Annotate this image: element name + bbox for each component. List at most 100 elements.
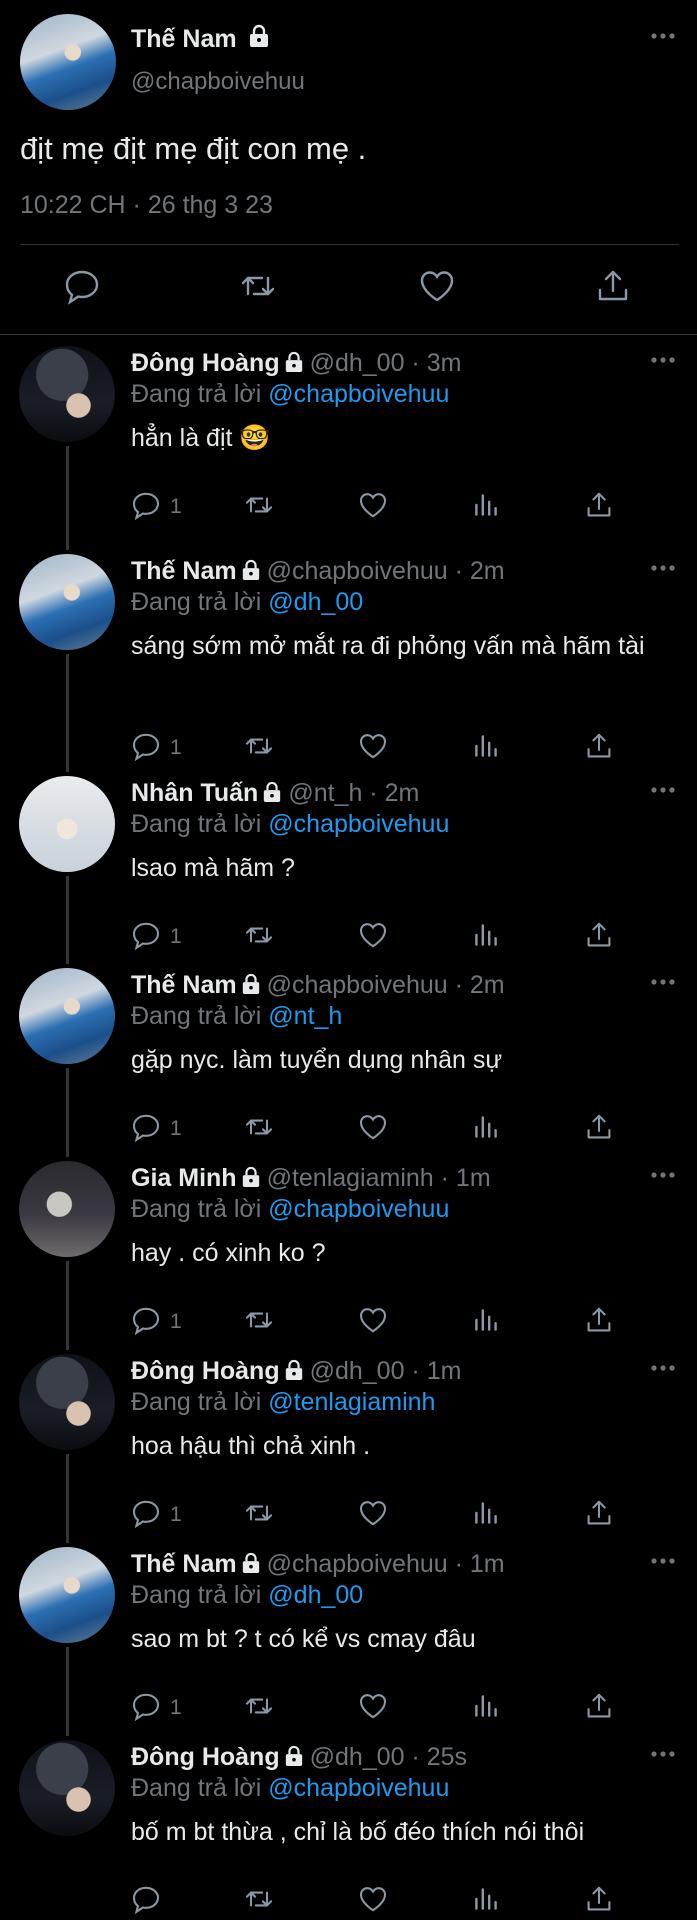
retweet-icon[interactable] — [243, 1304, 275, 1336]
reply-tweet[interactable]: Thế Nam @chapboivehuu · 2m Đang trả lời @d… — [0, 554, 697, 776]
heart-icon[interactable] — [357, 730, 389, 762]
share-icon[interactable] — [583, 730, 615, 762]
mention-link[interactable]: @chapboivehuu — [268, 1195, 449, 1223]
bar-chart-icon[interactable] — [470, 1883, 502, 1915]
speech-bubble-icon[interactable] — [62, 266, 102, 306]
tweet-timestamp[interactable]: 10:22 CH · 26 thg 3 23 — [20, 191, 273, 220]
heart-icon[interactable] — [357, 489, 389, 521]
heart-icon[interactable] — [357, 1883, 389, 1915]
share-icon[interactable] — [593, 266, 633, 306]
author-name[interactable]: Đông Hoàng — [131, 1743, 280, 1771]
retweet-icon[interactable] — [243, 1111, 275, 1143]
mention-link[interactable]: @nt_h — [268, 1002, 342, 1030]
author-name[interactable]: Thế Nam — [131, 24, 270, 54]
share-icon[interactable] — [583, 1690, 615, 1722]
heart-icon[interactable] — [357, 1690, 389, 1722]
reply-tweet[interactable]: Đông Hoàng @dh_00 · 3m Đang trả lời @chapb… — [0, 346, 697, 554]
speech-bubble-icon[interactable]: 1 — [130, 1690, 182, 1722]
bar-chart-icon[interactable] — [470, 489, 502, 521]
heart-icon[interactable] — [357, 1304, 389, 1336]
author-handle[interactable]: @tenlagiaminh · 1m — [267, 1164, 491, 1192]
reply-tweet[interactable]: Thế Nam @chapboivehuu · 1m Đang trả lời @d… — [0, 1547, 697, 1740]
reply-tweet[interactable]: Nhân Tuấn @nt_h · 2m Đang trả lời @chapboi… — [0, 776, 697, 968]
mention-link[interactable]: @tenlagiaminh — [268, 1388, 435, 1416]
avatar[interactable] — [19, 968, 115, 1064]
speech-bubble-icon[interactable]: 1 — [130, 1304, 182, 1336]
author-name[interactable]: Đông Hoàng — [131, 1357, 280, 1385]
heart-icon[interactable] — [357, 1111, 389, 1143]
author-handle[interactable]: @chapboivehuu · 2m — [267, 971, 505, 999]
avatar[interactable] — [19, 346, 115, 442]
bar-chart-icon[interactable] — [470, 1690, 502, 1722]
author-name[interactable]: Đông Hoàng — [131, 349, 280, 377]
more-dots-icon[interactable] — [651, 786, 675, 794]
author-handle[interactable]: @nt_h · 2m — [288, 779, 419, 807]
share-icon[interactable] — [583, 1883, 615, 1915]
mention-link[interactable]: @chapboivehuu — [268, 810, 449, 838]
heart-icon[interactable] — [357, 919, 389, 951]
share-icon[interactable] — [583, 1304, 615, 1336]
share-icon[interactable] — [583, 919, 615, 951]
author-name[interactable]: Thế Nam — [131, 1550, 237, 1578]
author-name[interactable]: Thế Nam — [131, 557, 237, 585]
bar-chart-icon[interactable] — [470, 1497, 502, 1529]
avatar[interactable] — [19, 554, 115, 650]
mention-link[interactable]: @dh_00 — [268, 1581, 363, 1609]
avatar[interactable] — [19, 1740, 115, 1836]
bar-chart-icon[interactable] — [470, 730, 502, 762]
retweet-icon[interactable] — [243, 919, 275, 951]
retweet-icon[interactable] — [243, 489, 275, 521]
reply-tweet[interactable]: Gia Minh @tenlagiaminh · 1m Đang trả lời @… — [0, 1161, 697, 1354]
mention-link[interactable]: @chapboivehuu — [268, 380, 449, 408]
more-dots-icon[interactable] — [651, 32, 675, 40]
avatar[interactable] — [19, 1354, 115, 1450]
more-dots-icon[interactable] — [651, 356, 675, 364]
speech-bubble-icon[interactable]: 1 — [130, 919, 182, 951]
retweet-icon[interactable] — [243, 1690, 275, 1722]
author-handle[interactable]: @dh_00 · 1m — [310, 1357, 462, 1385]
avatar[interactable] — [19, 1547, 115, 1643]
author-handle[interactable]: @dh_00 · 3m — [310, 349, 462, 377]
bar-chart-icon[interactable] — [470, 1111, 502, 1143]
more-dots-icon[interactable] — [651, 978, 675, 986]
share-icon[interactable] — [583, 1111, 615, 1143]
speech-bubble-icon[interactable] — [130, 1883, 162, 1915]
more-dots-icon[interactable] — [651, 1171, 675, 1179]
speech-bubble-icon[interactable]: 1 — [130, 1497, 182, 1529]
reply-tweet[interactable]: Đông Hoàng @dh_00 · 25s Đang trả lời @chap… — [0, 1740, 697, 1920]
bar-chart-icon[interactable] — [470, 919, 502, 951]
more-dots-icon[interactable] — [651, 1557, 675, 1565]
mention-link[interactable]: @dh_00 — [268, 588, 363, 616]
retweet-icon[interactable] — [243, 1497, 275, 1529]
author-name[interactable]: Gia Minh — [131, 1164, 237, 1192]
retweet-icon[interactable] — [238, 266, 278, 306]
speech-bubble-icon[interactable]: 1 — [130, 730, 182, 762]
speech-bubble-icon[interactable]: 1 — [130, 1111, 182, 1143]
reply-tweet[interactable]: Đông Hoàng @dh_00 · 1m Đang trả lời @tenla… — [0, 1354, 697, 1547]
bar-chart-icon[interactable] — [470, 1304, 502, 1336]
author-name[interactable]: Nhân Tuấn — [131, 779, 258, 807]
heart-icon[interactable] — [357, 1497, 389, 1529]
avatar[interactable] — [19, 776, 115, 872]
author-handle[interactable]: @chapboivehuu · 1m — [267, 1550, 505, 1578]
more-dots-icon[interactable] — [651, 1364, 675, 1372]
retweet-icon[interactable] — [243, 730, 275, 762]
replying-to: Đang trả lời @tenlagiaminh — [131, 1388, 435, 1417]
author-name[interactable]: Thế Nam — [131, 971, 237, 999]
avatar[interactable] — [19, 1161, 115, 1257]
share-icon[interactable] — [583, 1497, 615, 1529]
retweet-icon[interactable] — [243, 1883, 275, 1915]
author-handle[interactable]: @chapboivehuu — [131, 68, 305, 96]
heart-icon[interactable] — [417, 266, 457, 306]
reply-tweet[interactable]: Thế Nam @chapboivehuu · 2m Đang trả lời @n… — [0, 968, 697, 1161]
avatar[interactable] — [20, 14, 116, 110]
more-dots-icon[interactable] — [651, 1750, 675, 1758]
mention-link[interactable]: @chapboivehuu — [268, 1774, 449, 1802]
speech-bubble-icon[interactable]: 1 — [130, 489, 182, 521]
more-dots-icon[interactable] — [651, 564, 675, 572]
author-name-text[interactable]: Thế Nam — [131, 25, 237, 53]
author-handle[interactable]: @dh_00 · 25s — [310, 1743, 467, 1771]
author-handle[interactable]: @chapboivehuu · 2m — [267, 557, 505, 585]
reply-text: hoa hậu thì chả xinh . — [131, 1432, 371, 1460]
share-icon[interactable] — [583, 489, 615, 521]
